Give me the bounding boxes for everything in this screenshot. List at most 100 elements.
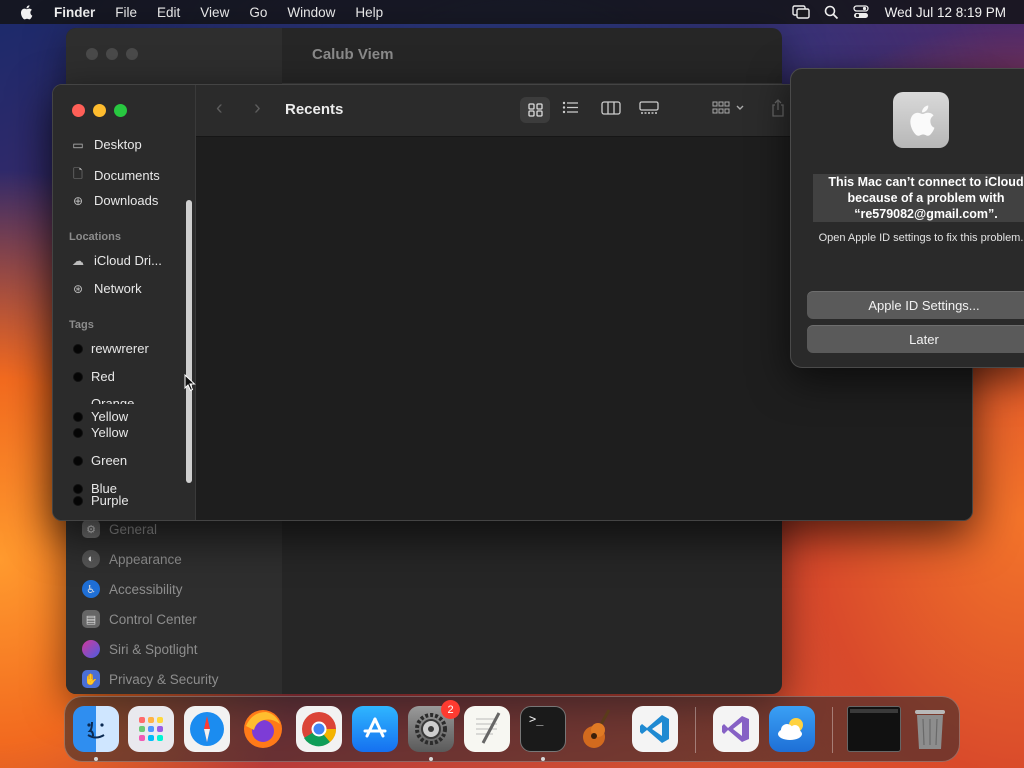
running-indicator	[429, 757, 433, 761]
sidebar-tag[interactable]: Yellow	[71, 409, 128, 424]
sidebar-item-label: iCloud Dri...	[94, 253, 162, 268]
sidebar-item-downloads[interactable]: ⊕ Downloads	[71, 193, 158, 208]
tag-dot-icon	[73, 343, 83, 354]
control-center-icon[interactable]	[853, 5, 869, 19]
notification-badge: 2	[441, 700, 460, 719]
menu-clock[interactable]: Wed Jul 12 8:19 PM	[885, 5, 1006, 20]
control-center-icon: ▤	[82, 610, 100, 628]
finder-window-controls	[72, 104, 127, 117]
menu-file[interactable]: File	[105, 5, 147, 20]
apple-menu-icon[interactable]	[0, 4, 52, 20]
window-preview-titlebar	[850, 709, 898, 713]
tag-dot-icon	[73, 371, 83, 382]
tag-dot-icon	[73, 455, 83, 466]
dock-finder-icon[interactable]	[73, 706, 119, 752]
sidebar-tag[interactable]: Red	[71, 369, 115, 384]
close-button[interactable]	[72, 104, 85, 117]
dock-visual-studio-icon[interactable]	[713, 706, 759, 752]
minimize-button[interactable]	[106, 48, 118, 60]
dock-firefox-icon[interactable]	[240, 706, 286, 752]
tag-dot-icon	[73, 411, 83, 422]
settings-item-accessibility[interactable]: ♿ Accessibility	[82, 574, 219, 604]
sidebar-item-label: Documents	[94, 168, 160, 183]
settings-window-controls	[86, 48, 138, 60]
menu-bar: Finder File Edit View Go Window Help Wed…	[0, 0, 1024, 24]
desktop-icon: ▭	[72, 137, 84, 152]
dock-separator	[695, 707, 696, 753]
dock-safari-icon[interactable]	[184, 706, 230, 752]
sidebar-tag[interactable]: Orange	[71, 396, 134, 404]
sidebar-item-label: Downloads	[94, 193, 159, 208]
hand-icon: ✋	[82, 670, 100, 688]
menu-app-finder[interactable]: Finder	[52, 5, 105, 20]
sidebar-item-network[interactable]: ⊛ Network	[71, 281, 142, 296]
dock-terminal-icon[interactable]: >_	[520, 706, 566, 752]
list-view-button[interactable]	[562, 101, 579, 114]
sidebar-scrollbar[interactable]	[186, 200, 192, 483]
dock-textedit-icon[interactable]	[464, 706, 510, 752]
settings-window-title: Calub Viem	[312, 46, 394, 63]
icloud-alert-dialog: This Mac can’t connect to iCloud because…	[790, 68, 1024, 368]
settings-item-siri[interactable]: Siri & Spotlight	[82, 634, 219, 664]
menu-window[interactable]: Window	[277, 5, 345, 20]
grid-icon	[527, 103, 543, 117]
zoom-button[interactable]	[114, 104, 127, 117]
settings-list: ⚙ General ◐ Appearance ♿ Accessibility ▤…	[82, 514, 219, 694]
sidebar-item-desktop[interactable]: ▭ Desktop	[71, 137, 142, 152]
apple-logo-icon	[893, 92, 949, 148]
accessibility-icon: ♿	[82, 580, 100, 598]
apple-id-settings-button[interactable]: Apple ID Settings...	[807, 291, 1024, 319]
dock-window-preview-icon[interactable]	[847, 706, 901, 752]
settings-item-label: General	[109, 521, 158, 537]
sidebar-tag[interactable]: Yellow	[71, 425, 128, 440]
finder-sidebar: ▭ Desktop 🗋 Documents ⊕ Downloads Locati…	[53, 85, 196, 520]
dock-chrome-icon[interactable]	[296, 706, 342, 752]
sidebar-tag[interactable]: Green	[71, 453, 127, 468]
dock-trash-icon[interactable]	[907, 706, 953, 752]
window-title: Recents	[285, 101, 344, 118]
settings-item-appearance[interactable]: ◐ Appearance	[82, 544, 219, 574]
later-button[interactable]: Later	[807, 325, 1024, 353]
zoom-button[interactable]	[126, 48, 138, 60]
dock-app-store-icon[interactable]	[352, 706, 398, 752]
dock-garageband-icon[interactable]	[576, 706, 622, 752]
document-icon: 🗋	[73, 167, 83, 181]
gallery-view-button[interactable]	[639, 101, 659, 115]
columns-icon	[601, 101, 621, 115]
dock-system-settings-icon[interactable]: 2	[408, 700, 460, 752]
screen-mirroring-icon[interactable]	[791, 5, 810, 19]
icon-view-button[interactable]	[520, 97, 550, 123]
dock-launchpad-icon[interactable]	[128, 706, 174, 752]
share-icon[interactable]	[770, 99, 786, 117]
settings-item-label: Siri & Spotlight	[109, 641, 198, 657]
sidebar-tag[interactable]: Purple	[71, 493, 129, 508]
search-icon[interactable]	[824, 5, 839, 20]
settings-item-privacy[interactable]: ✋ Privacy & Security	[82, 664, 219, 694]
sidebar-item-label: rewwrerer	[91, 341, 149, 356]
column-view-button[interactable]	[601, 101, 621, 115]
group-by-button[interactable]	[712, 101, 746, 115]
sidebar-tag[interactable]: rewwrerer	[71, 341, 149, 356]
menu-view[interactable]: View	[190, 5, 239, 20]
dock-weather-icon[interactable]	[769, 706, 815, 752]
forward-chevron-icon[interactable]: ›	[254, 97, 261, 120]
dock: 2 >_	[64, 696, 960, 762]
back-chevron-icon[interactable]: ‹	[216, 97, 223, 120]
siri-icon	[82, 640, 100, 658]
dock-vscode-icon[interactable]	[632, 706, 678, 752]
menu-help[interactable]: Help	[345, 5, 393, 20]
settings-item-control-center[interactable]: ▤ Control Center	[82, 604, 219, 634]
sidebar-item-label: Desktop	[94, 137, 142, 152]
close-button[interactable]	[86, 48, 98, 60]
sidebar-item-label: Orange	[91, 396, 135, 404]
sidebar-item-documents[interactable]: 🗋 Documents	[71, 165, 160, 186]
menu-go[interactable]: Go	[239, 5, 277, 20]
sidebar-item-icloud[interactable]: ☁ iCloud Dri...	[71, 253, 162, 268]
minimize-button[interactable]	[93, 104, 106, 117]
tag-dot-icon	[73, 427, 83, 438]
alert-body: Open Apple ID settings to fix this probl…	[818, 232, 1024, 244]
list-icon	[562, 101, 578, 114]
menu-edit[interactable]: Edit	[147, 5, 190, 20]
appearance-icon: ◐	[82, 550, 100, 568]
group-icon	[712, 101, 744, 114]
